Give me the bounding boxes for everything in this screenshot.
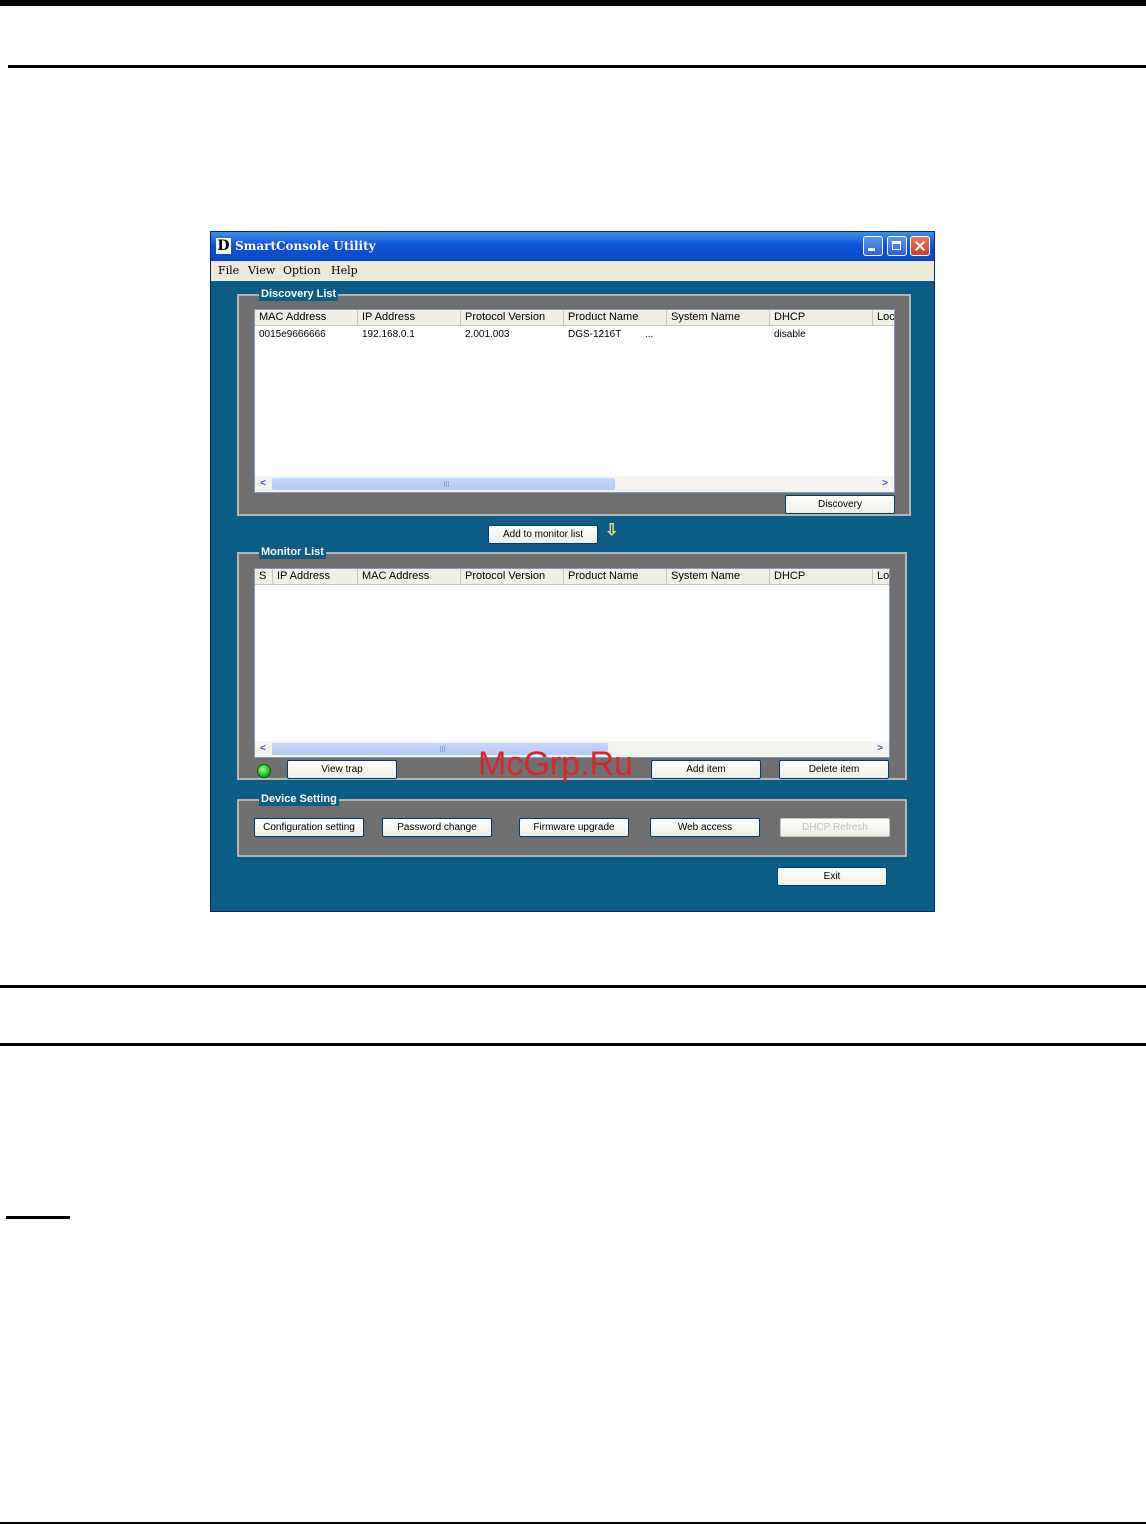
bottom-rule bbox=[0, 1522, 1146, 1524]
cell-system: ... bbox=[645, 329, 654, 340]
watermark-text: McGrp.Ru bbox=[478, 745, 633, 783]
monitor-list-table[interactable]: S IP Address MAC Address Protocol Versio… bbox=[254, 568, 890, 758]
col-dhcp[interactable]: DHCP bbox=[770, 569, 873, 585]
delete-item-button[interactable]: Delete item bbox=[779, 760, 889, 779]
menu-file[interactable]: File bbox=[218, 263, 239, 279]
col-product-name[interactable]: Product Name bbox=[564, 310, 667, 326]
discovery-list-table[interactable]: MAC Address IP Address Protocol Version … bbox=[254, 309, 895, 493]
col-protocol-version[interactable]: Protocol Version bbox=[461, 310, 564, 326]
password-change-button[interactable]: Password change bbox=[382, 818, 492, 837]
dhcp-refresh-button: DHCP Refresh bbox=[780, 818, 890, 837]
discovery-list-group: Discovery List MAC Address IP Address Pr… bbox=[237, 287, 911, 516]
col-system-name[interactable]: System Name bbox=[667, 310, 770, 326]
menu-bar: File View Option Help bbox=[211, 261, 934, 281]
discovery-list-title: Discovery List bbox=[259, 287, 339, 301]
cell-ip: 192.168.0.1 bbox=[362, 329, 415, 340]
col-ip-address[interactable]: IP Address bbox=[273, 569, 358, 585]
close-icon[interactable] bbox=[910, 236, 930, 256]
scroll-right-icon[interactable]: > bbox=[878, 477, 892, 491]
smartconsole-window: D SmartConsole Utility File View Option … bbox=[210, 231, 935, 912]
cell-dhcp: disable bbox=[774, 329, 806, 340]
window-title: SmartConsole Utility bbox=[235, 239, 376, 253]
col-product-name[interactable]: Product Name bbox=[564, 569, 667, 585]
col-mac-address[interactable]: MAC Address bbox=[255, 310, 358, 326]
col-status[interactable]: S bbox=[255, 569, 273, 585]
col-protocol-version[interactable]: Protocol Version bbox=[461, 569, 564, 585]
title-bar[interactable]: D SmartConsole Utility bbox=[211, 232, 934, 261]
col-dhcp[interactable]: DHCP bbox=[770, 310, 873, 326]
cell-protocol: 2.001.003 bbox=[465, 329, 510, 340]
exit-button[interactable]: Exit bbox=[777, 867, 887, 886]
dlink-logo-icon: D bbox=[216, 238, 231, 254]
scroll-left-icon[interactable]: < bbox=[256, 742, 270, 756]
menu-option[interactable]: Option bbox=[283, 263, 321, 279]
discovery-button[interactable]: Discovery bbox=[785, 495, 895, 514]
device-setting-title: Device Setting bbox=[259, 792, 339, 806]
firmware-upgrade-button[interactable]: Firmware upgrade bbox=[519, 818, 629, 837]
configuration-setting-button[interactable]: Configuration setting bbox=[254, 818, 364, 837]
col-ip-address[interactable]: IP Address bbox=[358, 310, 461, 326]
view-trap-button[interactable]: View trap bbox=[287, 760, 397, 779]
col-mac-address[interactable]: MAC Address bbox=[358, 569, 461, 585]
middle-rule-bottom bbox=[0, 1043, 1146, 1046]
add-to-monitor-button[interactable]: Add to monitor list bbox=[488, 525, 598, 544]
minimize-icon[interactable] bbox=[863, 236, 883, 256]
device-setting-group: Device Setting Configuration setting Pas… bbox=[237, 792, 907, 857]
heading-underline bbox=[6, 1216, 70, 1219]
col-location[interactable]: Loc bbox=[873, 310, 894, 326]
maximize-icon[interactable] bbox=[887, 236, 907, 256]
scroll-left-icon[interactable]: < bbox=[256, 477, 270, 491]
cell-mac: 0015e9666666 bbox=[259, 329, 326, 340]
menu-help[interactable]: Help bbox=[331, 263, 358, 279]
monitor-list-title: Monitor List bbox=[259, 545, 326, 559]
middle-rule-top bbox=[0, 985, 1146, 988]
scroll-thumb[interactable] bbox=[272, 478, 615, 490]
header-rule bbox=[8, 65, 1146, 68]
top-rule bbox=[0, 0, 1146, 6]
add-item-button[interactable]: Add item bbox=[651, 760, 761, 779]
col-system-name[interactable]: System Name bbox=[667, 569, 770, 585]
menu-view[interactable]: View bbox=[248, 263, 275, 279]
status-indicator-icon bbox=[257, 764, 271, 778]
cell-product: DGS-1216T bbox=[568, 329, 622, 340]
scroll-right-icon[interactable]: > bbox=[873, 742, 887, 756]
discovery-hscrollbar[interactable]: < > bbox=[255, 476, 894, 492]
web-access-button[interactable]: Web access bbox=[650, 818, 760, 837]
col-location[interactable]: Lo bbox=[873, 569, 889, 585]
down-arrow-icon: ⇩ bbox=[605, 522, 619, 539]
